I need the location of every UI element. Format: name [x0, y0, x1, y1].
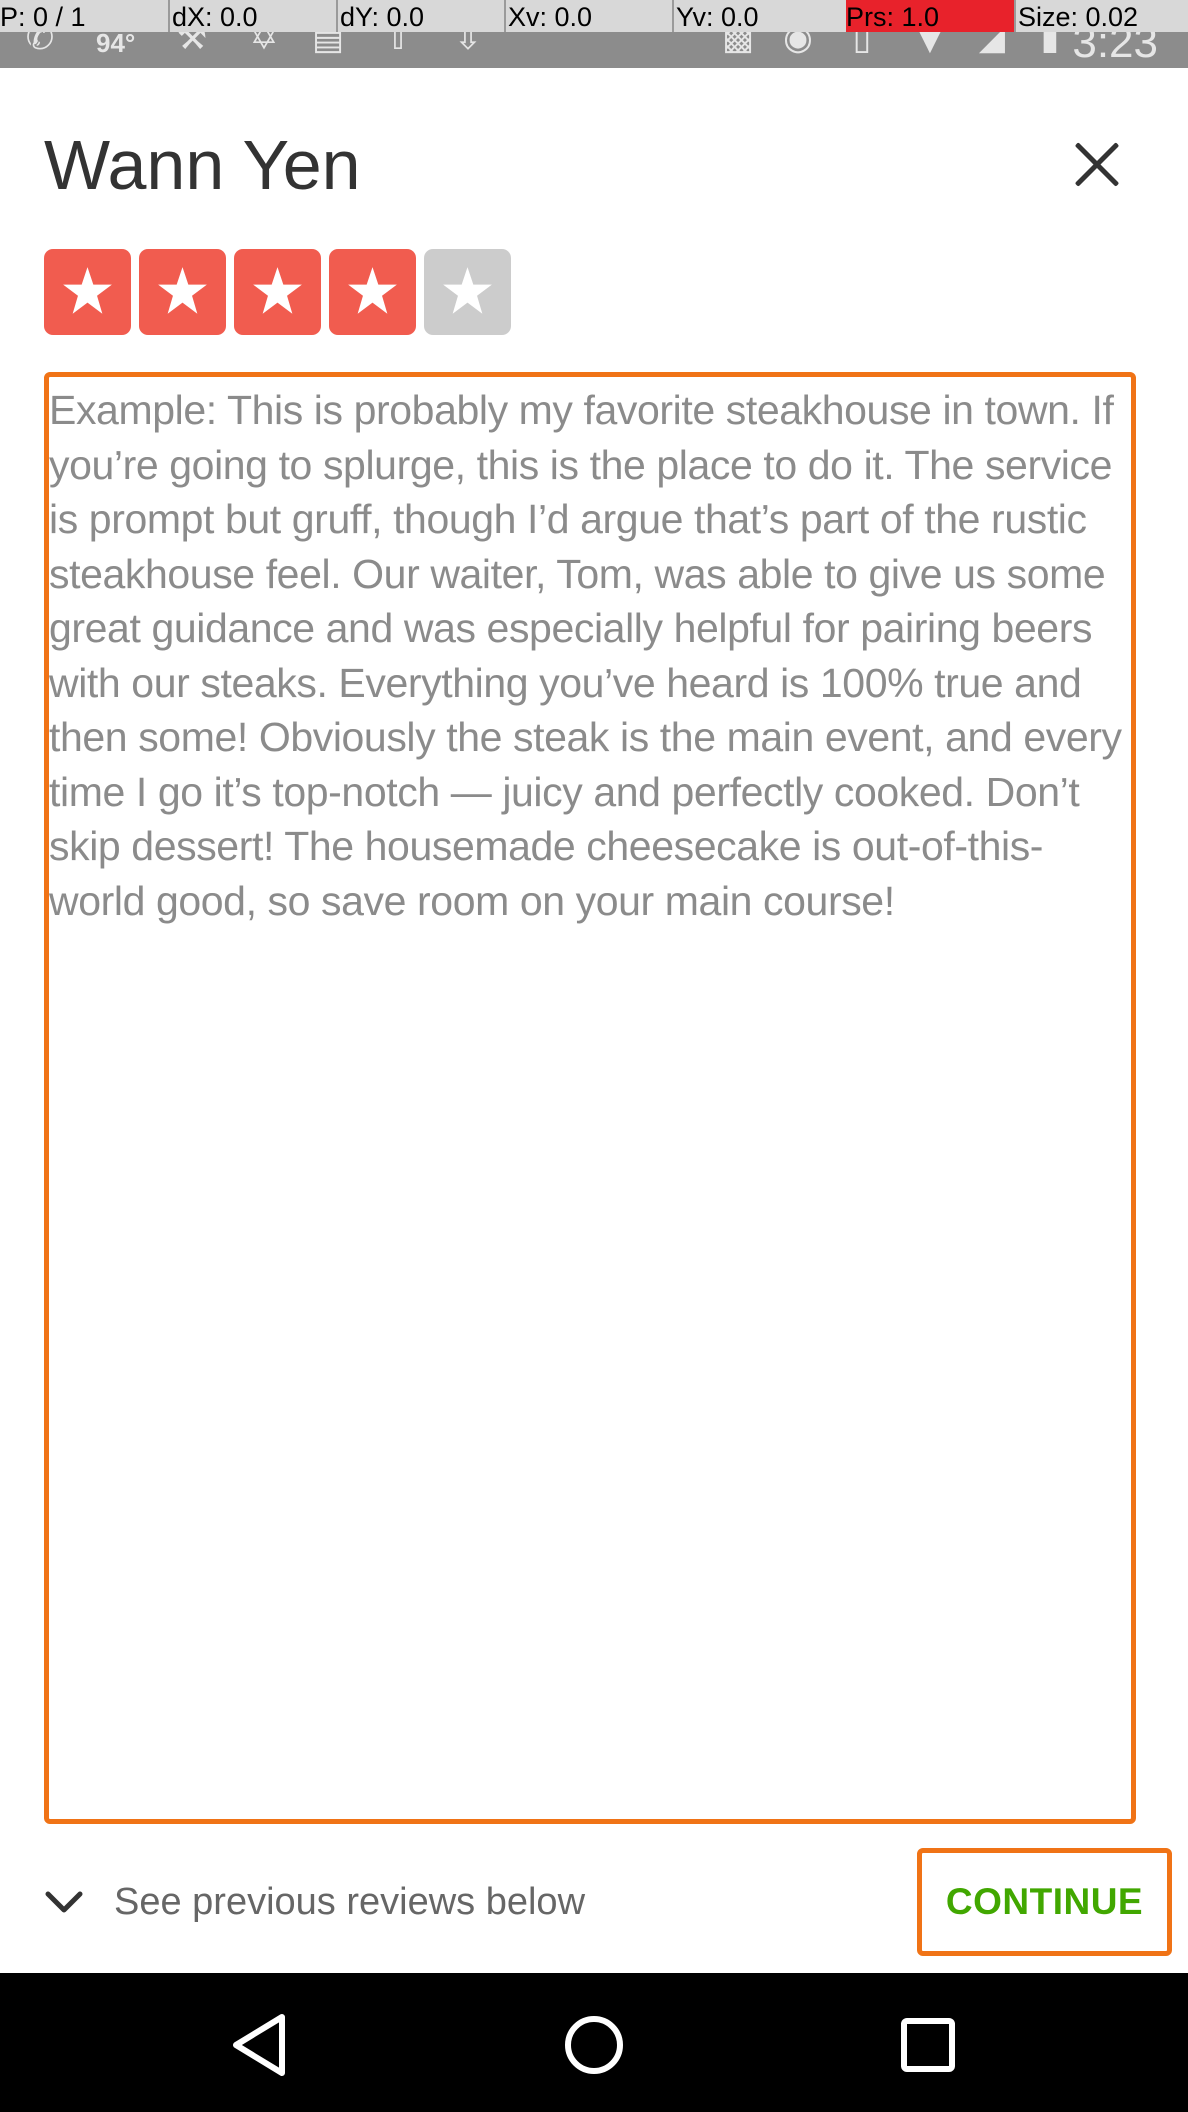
chevron-down-icon [45, 1891, 83, 1913]
business-title: Wann Yen [44, 126, 361, 204]
pointer-debug-overlay: P: 0 / 1 dX: 0.0 dY: 0.0 Xv: 0.0 Yv: 0.0… [0, 0, 1188, 32]
star-icon [158, 267, 207, 314]
star-icon [443, 267, 492, 314]
debug-yv: Yv: 0.0 [672, 0, 759, 32]
star-5[interactable] [424, 249, 511, 335]
debug-prs: Prs: 1.0 [846, 0, 1016, 32]
home-icon[interactable] [554, 2005, 634, 2085]
review-textarea[interactable]: Example: This is probably my favorite st… [44, 372, 1136, 1824]
star-4[interactable] [329, 249, 416, 335]
recents-icon[interactable] [888, 2005, 968, 2085]
star-2[interactable] [139, 249, 226, 335]
close-icon[interactable] [1062, 130, 1132, 200]
continue-button[interactable]: CONTINUE [917, 1848, 1172, 1956]
back-icon[interactable] [220, 2005, 300, 2085]
star-icon [253, 267, 302, 314]
see-previous-reviews-label: See previous reviews below [114, 1881, 586, 1923]
review-placeholder: Example: This is probably my favorite st… [49, 387, 1122, 924]
debug-xv: Xv: 0.0 [504, 0, 592, 32]
system-nav-bar [0, 1973, 1188, 2112]
debug-dx: dX: 0.0 [168, 0, 258, 32]
debug-size: Size: 0.02 [1014, 0, 1138, 32]
debug-dy: dY: 0.0 [336, 0, 424, 32]
star-icon [63, 267, 112, 314]
status-bar: ✆ 94° ⚒ ✡ ▤ ⇧ ⇩ ▩ ◉ ▯ ▼ ◢ ▮ 3:23 P: 0 / … [0, 0, 1188, 68]
star-3[interactable] [234, 249, 321, 335]
star-icon [348, 267, 397, 314]
debug-pointer: P: 0 / 1 [0, 2, 86, 32]
temperature: 94° [96, 28, 136, 58]
star-1[interactable] [44, 249, 131, 335]
